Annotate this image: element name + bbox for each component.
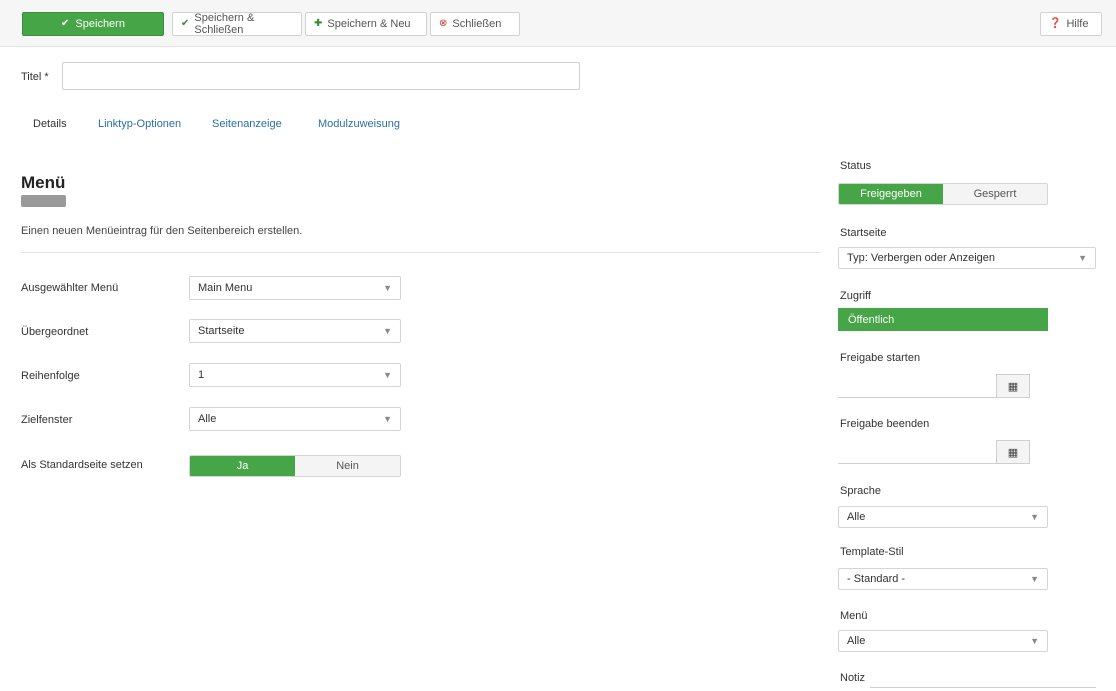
status-unpublished[interactable]: Gesperrt — [943, 184, 1047, 204]
chevron-down-icon: ▼ — [383, 414, 392, 424]
chevron-down-icon: ▼ — [1078, 253, 1087, 263]
template-select[interactable]: - Standard - ▼ — [838, 568, 1048, 590]
help-icon: ❓ — [1049, 18, 1062, 29]
chevron-down-icon: ▼ — [383, 283, 392, 293]
save-close-button[interactable]: ✔ Speichern & Schließen — [172, 12, 302, 36]
menu-filter-select[interactable]: Alle ▼ — [838, 630, 1048, 652]
toolbar: ✔ Speichern ✔ Speichern & Schließen ✚ Sp… — [0, 0, 1116, 47]
menu-description: Einen neuen Menüeintrag für den Seitenbe… — [21, 225, 303, 237]
close-icon: ⊗ — [439, 18, 448, 29]
plus-icon: ✚ — [314, 18, 323, 29]
start-page-label: Startseite — [840, 227, 887, 239]
publish-up-input[interactable] — [838, 374, 998, 398]
notes-label: Notiz — [840, 672, 866, 684]
status-label: Status — [840, 160, 872, 172]
publish-down-input[interactable] — [838, 440, 998, 464]
menu-type-badge[interactable] — [21, 195, 66, 207]
notes-input[interactable] — [870, 668, 1096, 688]
menu-select[interactable]: Main Menu ▼ — [189, 276, 401, 300]
chevron-down-icon: ▼ — [1030, 512, 1039, 522]
field-label-ordering: Reihenfolge — [21, 370, 80, 382]
chevron-down-icon: ▼ — [1030, 574, 1039, 584]
calendar-icon: ▦ — [1007, 380, 1019, 393]
save-new-button[interactable]: ✚ Speichern & Neu — [305, 12, 427, 36]
save-button[interactable]: ✔ Speichern — [22, 12, 164, 36]
menu-label: Menü — [840, 610, 868, 622]
calendar-icon: ▦ — [1007, 446, 1019, 459]
field-label-default-page: Als Standardseite setzen — [21, 459, 143, 471]
publish-up-calendar-button[interactable]: ▦ — [996, 374, 1030, 398]
chevron-down-icon: ▼ — [1030, 636, 1039, 646]
template-label: Template-Stil — [840, 546, 904, 558]
page-title: Menü — [21, 173, 66, 192]
chevron-down-icon: ▼ — [383, 370, 392, 380]
title-input[interactable] — [62, 62, 580, 90]
publish-down-label: Freigabe beenden — [840, 418, 930, 430]
field-label-target-window: Zielfenster — [21, 414, 73, 426]
publish-up-label: Freigabe starten — [840, 352, 921, 364]
help-button[interactable]: ❓ Hilfe — [1040, 12, 1102, 36]
close-button[interactable]: ⊗ Schließen — [430, 12, 520, 36]
access-select[interactable]: Öffentlich — [838, 308, 1048, 331]
language-select[interactable]: Alle ▼ — [838, 506, 1048, 528]
status-published[interactable]: Freigegeben — [839, 184, 943, 204]
check-icon: ✔ — [61, 18, 70, 29]
default-page-toggle[interactable]: Ja Nein — [189, 455, 401, 477]
title-label: Titel * — [21, 71, 49, 83]
access-label: Zugriff — [840, 290, 871, 302]
publish-down-calendar-button[interactable]: ▦ — [996, 440, 1030, 464]
status-toggle[interactable]: Freigegeben Gesperrt — [838, 183, 1048, 205]
chevron-down-icon: ▼ — [383, 326, 392, 336]
divider — [21, 252, 821, 253]
ordering-select[interactable]: 1 ▼ — [189, 363, 401, 387]
parent-select[interactable]: Startseite ▼ — [189, 319, 401, 343]
target-window-select[interactable]: Alle ▼ — [189, 407, 401, 431]
field-label-parent: Übergeordnet — [21, 326, 89, 338]
start-page-select[interactable]: Typ: Verbergen oder Anzeigen ▼ — [838, 247, 1096, 269]
tab-module-assignment[interactable]: Modulzuweisung — [318, 118, 400, 130]
tab-details[interactable]: Details — [33, 118, 67, 130]
toggle-no[interactable]: Nein — [295, 456, 400, 476]
toggle-yes[interactable]: Ja — [190, 456, 295, 476]
check-icon: ✔ — [181, 18, 190, 29]
language-label: Sprache — [840, 485, 881, 497]
field-label-menu: Ausgewählter Menü — [21, 282, 119, 294]
tab-link-type-options[interactable]: Linktyp-Optionen — [98, 118, 181, 130]
tab-page-display[interactable]: Seitenanzeige — [212, 118, 282, 130]
